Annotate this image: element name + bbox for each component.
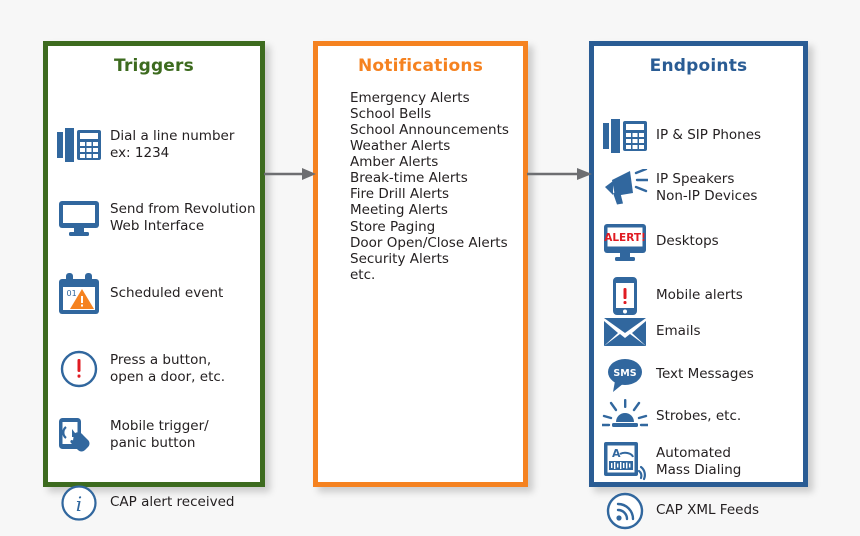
arrow-notifications-to-endpoints: [527, 167, 592, 181]
calendar-warning-icon: 01: [48, 273, 110, 315]
endpoint-row-ip-speakers: IP Speakers Non-IP Devices: [594, 169, 803, 207]
trigger-label-web-interface: Send from Revolution Web Interface: [110, 200, 256, 234]
endpoints-panel: Endpoints IP & SIP Phones IP Speakers No…: [589, 41, 808, 530]
trigger-row-mobile-trigger: Mobile trigger/ panic button: [48, 416, 260, 454]
trigger-label-mobile-trigger: Mobile trigger/ panic button: [110, 417, 209, 451]
notification-item: Meeting Alerts: [350, 202, 448, 219]
notification-item: Emergency Alerts: [350, 90, 470, 106]
mobile-tap-icon: [48, 416, 110, 454]
trigger-row-dial-line: Dial a line number ex: 1234: [48, 128, 260, 163]
trigger-row-scheduled-event: 01 Scheduled event: [48, 273, 260, 315]
mass-dialing-icon: A: [594, 441, 656, 483]
mass-dialing-badge: A: [612, 447, 621, 460]
notifications-panel: Notifications Emergency Alerts School Be…: [313, 41, 528, 487]
endpoint-row-cap-xml-feeds: CAP XML Feeds: [594, 491, 803, 531]
strobe-light-icon: [594, 399, 656, 435]
endpoint-label-mass-dialing: Automated Mass Dialing: [656, 444, 742, 478]
notification-item: Security Alerts: [350, 250, 449, 267]
megaphone-icon: [594, 169, 656, 207]
endpoint-label-cap-xml-feeds: CAP XML Feeds: [656, 502, 760, 519]
trigger-row-cap-alert: i CAP alert received: [48, 483, 260, 523]
desk-phone-icon: [594, 119, 656, 153]
envelope-icon: [594, 318, 656, 346]
trigger-label-scheduled-event: Scheduled event: [110, 285, 224, 302]
endpoint-row-text-messages: SMS Text Messages: [594, 358, 803, 392]
endpoint-row-desktops: ALERT! Desktops: [594, 223, 803, 261]
triggers-title: Triggers: [114, 56, 194, 76]
arrow-triggers-to-notifications: [264, 167, 316, 181]
notification-item: Amber Alerts: [350, 154, 439, 171]
sms-bubble-icon: SMS: [594, 358, 656, 392]
notification-item: Weather Alerts: [350, 138, 451, 155]
notification-item: Fire Drill Alerts: [350, 186, 450, 203]
desktop-monitor-icon: [48, 200, 110, 236]
notification-item: etc.: [350, 266, 376, 283]
endpoint-label-ip-speakers: IP Speakers Non-IP Devices: [656, 170, 758, 204]
svg-text:01: 01: [67, 289, 77, 298]
info-circle-icon: i: [48, 483, 110, 523]
notification-item: Door Open/Close Alerts: [350, 234, 508, 251]
notification-item: School Bells: [350, 106, 432, 123]
sms-badge: SMS: [613, 368, 636, 379]
endpoint-row-mass-dialing: A Automated Mass Dialing: [594, 441, 803, 483]
notification-item: Break-time Alerts: [350, 170, 468, 187]
desktop-alert-badge: ALERT!: [604, 232, 646, 244]
desktop-alert-icon: ALERT!: [594, 223, 656, 261]
endpoint-row-emails: Emails: [594, 318, 803, 346]
endpoint-label-mobile-alerts: Mobile alerts: [656, 287, 743, 304]
notifications-title: Notifications: [357, 56, 484, 76]
trigger-label-dial-line: Dial a line number ex: 1234: [110, 128, 235, 162]
endpoints-title: Endpoints: [649, 56, 748, 76]
mobile-alert-icon: [594, 276, 656, 316]
trigger-label-cap-alert: CAP alert received: [110, 494, 235, 511]
endpoint-row-mobile-alerts: Mobile alerts: [594, 276, 803, 316]
diagram-canvas: Triggers Dial a line number ex: 1234 Sen…: [0, 0, 860, 536]
endpoint-label-desktops: Desktops: [656, 233, 719, 250]
rss-feed-icon: [594, 491, 656, 531]
notification-item: School Announcements: [350, 122, 509, 139]
endpoint-label-strobes: Strobes, etc.: [656, 408, 742, 425]
notifications-list: Emergency Alerts School Bells School Ann…: [350, 90, 523, 283]
endpoint-label-ip-sip-phones: IP & SIP Phones: [656, 127, 762, 144]
endpoint-label-text-messages: Text Messages: [656, 366, 754, 383]
endpoint-row-ip-sip-phones: IP & SIP Phones: [594, 119, 803, 153]
trigger-row-web-interface: Send from Revolution Web Interface: [48, 200, 260, 236]
trigger-label-press-button: Press a button, open a door, etc.: [110, 351, 226, 385]
trigger-row-press-button: Press a button, open a door, etc.: [48, 349, 260, 389]
triggers-panel: Triggers Dial a line number ex: 1234 Sen…: [43, 41, 265, 521]
endpoint-row-strobes: Strobes, etc.: [594, 399, 803, 435]
endpoint-label-emails: Emails: [656, 323, 701, 340]
exclamation-circle-icon: [48, 349, 110, 389]
svg-text:i: i: [76, 492, 82, 516]
notification-item: Store Paging: [350, 218, 436, 235]
desk-phone-icon: [48, 128, 110, 163]
